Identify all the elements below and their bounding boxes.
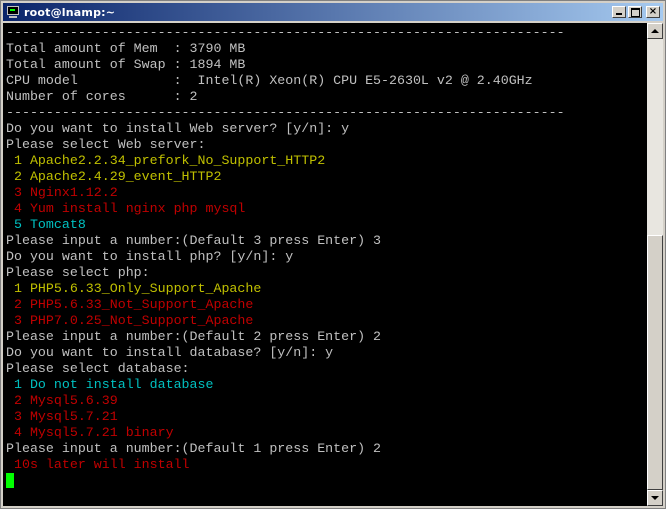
terminal-line: Total amount of Mem : 3790 MB: [6, 41, 246, 56]
terminal-line: Do you want to install php? [y/n]: y: [6, 249, 294, 264]
terminal-line: 1 Apache2.2.34_prefork_No_Support_HTTP2: [6, 153, 326, 168]
terminal-output[interactable]: ----------------------------------------…: [3, 23, 647, 506]
terminal-line: 3 PHP7.0.25_Not_Support_Apache: [6, 313, 254, 328]
terminal-line: Please input a number:(Default 3 press E…: [6, 233, 382, 248]
terminal-line: 4 Mysql5.7.21 binary: [6, 425, 174, 440]
window-title: root@lnamp:~: [24, 5, 116, 19]
scroll-down-button[interactable]: [647, 490, 663, 506]
terminal-line: 4 Yum install nginx php mysql: [6, 201, 246, 216]
terminal-line: Do you want to install Web server? [y/n]…: [6, 121, 350, 136]
terminal-line: ----------------------------------------…: [6, 105, 565, 120]
terminal-line: 5 Tomcat8: [6, 217, 86, 232]
terminal-line: 2 PHP5.6.33_Not_Support_Apache: [6, 297, 254, 312]
vertical-scrollbar[interactable]: [647, 23, 663, 506]
terminal-line: Total amount of Swap : 1894 MB: [6, 57, 246, 72]
maximize-button[interactable]: [628, 6, 642, 18]
terminal-line: 3 Nginx1.12.2: [6, 185, 118, 200]
terminal-line: 3 Mysql5.7.21: [6, 409, 118, 424]
terminal-line: Please select php:: [6, 265, 150, 280]
terminal-line: 1 PHP5.6.33_Only_Support_Apache: [6, 281, 262, 296]
terminal-line: 10s later will install: [6, 457, 190, 472]
terminal-line: Please input a number:(Default 1 press E…: [6, 441, 382, 456]
terminal-line: CPU model : Intel(R) Xeon(R) CPU E5-2630…: [6, 73, 533, 88]
terminal-line: 1 Do not install database: [6, 377, 214, 392]
terminal-window: root@lnamp:~ × -------------------------…: [0, 0, 666, 509]
terminal-line: ----------------------------------------…: [6, 25, 565, 40]
terminal-line: Please select Web server:: [6, 137, 206, 152]
terminal-lines: ----------------------------------------…: [6, 25, 565, 489]
terminal-line: Please input a number:(Default 2 press E…: [6, 329, 382, 344]
terminal-icon[interactable]: [6, 5, 20, 19]
scroll-up-button[interactable]: [647, 23, 663, 39]
terminal-line: 2 Mysql5.6.39: [6, 393, 118, 408]
terminal-line: Number of cores : 2: [6, 89, 198, 104]
minimize-button[interactable]: [612, 6, 626, 18]
scroll-thumb[interactable]: [647, 235, 663, 490]
close-icon: ×: [648, 6, 658, 17]
text-cursor: [6, 473, 14, 488]
close-button[interactable]: ×: [646, 6, 660, 18]
terminal-line: 2 Apache2.4.29_event_HTTP2: [6, 169, 222, 184]
terminal-line: Please select database:: [6, 361, 190, 376]
terminal-line: Do you want to install database? [y/n]: …: [6, 345, 334, 360]
title-bar[interactable]: root@lnamp:~ ×: [3, 3, 663, 21]
cursor-line: [6, 473, 565, 489]
